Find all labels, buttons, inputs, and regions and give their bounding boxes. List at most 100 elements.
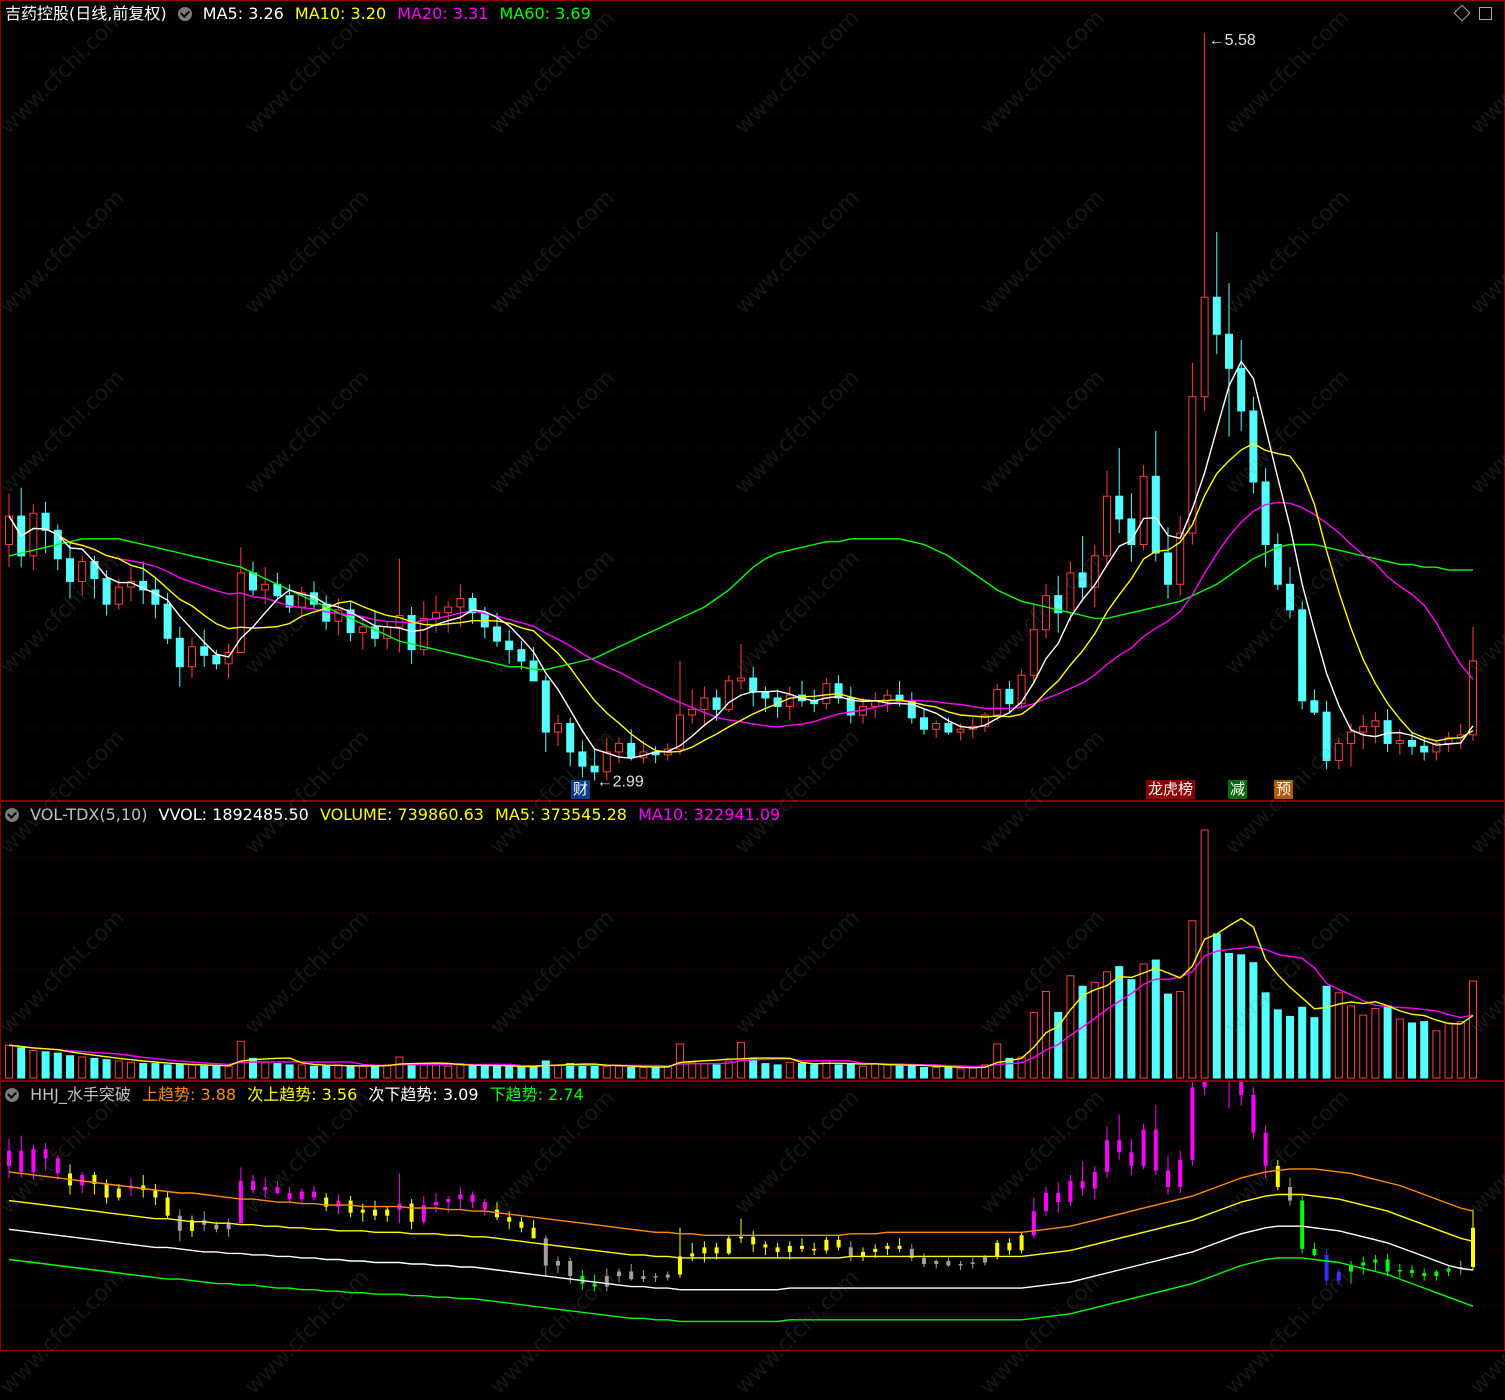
volume-bar bbox=[127, 1061, 135, 1079]
indicator-body bbox=[43, 1149, 48, 1159]
indicator-chart[interactable] bbox=[1, 1082, 1505, 1352]
indicator-body bbox=[116, 1188, 121, 1198]
candle-body bbox=[1225, 333, 1233, 369]
candle-body bbox=[1176, 532, 1185, 585]
volume-bar bbox=[78, 1056, 87, 1079]
volume-bar bbox=[1200, 829, 1209, 1079]
indicator-body bbox=[470, 1194, 475, 1203]
volume-bar bbox=[1078, 985, 1087, 1079]
volume-bar bbox=[17, 1047, 26, 1079]
volume-bar bbox=[188, 1064, 196, 1079]
maximize-icon[interactable] bbox=[1479, 7, 1492, 20]
candle-body bbox=[529, 660, 538, 682]
indicator-body bbox=[7, 1150, 11, 1166]
legend-indicator-name: HHJ_水手突破 bbox=[30, 1085, 131, 1104]
indicator-body bbox=[1263, 1132, 1268, 1166]
legend-down-trend: 下趋势: 2.74 bbox=[489, 1085, 584, 1104]
candle-body bbox=[1139, 475, 1148, 546]
volume-bar bbox=[1212, 933, 1221, 1079]
event-tag-forecast[interactable]: 预 bbox=[1274, 780, 1294, 799]
settings-icon[interactable] bbox=[5, 1088, 19, 1102]
candle-body bbox=[737, 677, 745, 682]
indicator-body bbox=[1361, 1262, 1366, 1266]
candle-body bbox=[1237, 367, 1246, 412]
candle-body bbox=[1066, 572, 1075, 614]
volume-bar bbox=[175, 1064, 184, 1079]
legend-vvol: VVOL: 1892485.50 bbox=[158, 805, 309, 824]
indicator-body bbox=[934, 1260, 939, 1264]
indicator-body bbox=[434, 1202, 438, 1206]
indicator-body bbox=[1141, 1129, 1146, 1166]
volume-chart-panel[interactable]: VOL-TDX(5,10) VVOL: 1892485.50 VOLUME: 7… bbox=[0, 801, 1505, 1082]
indicator-body bbox=[55, 1158, 60, 1174]
settings-icon[interactable] bbox=[5, 808, 19, 822]
indicator-body bbox=[763, 1244, 768, 1248]
indicator-body bbox=[409, 1203, 414, 1222]
candle-body bbox=[541, 680, 550, 733]
volume-bar bbox=[688, 1061, 697, 1079]
volume-bar bbox=[1395, 1018, 1404, 1079]
indicator-body bbox=[592, 1283, 597, 1287]
volume-bar bbox=[1359, 1014, 1368, 1079]
indicator-body bbox=[104, 1183, 109, 1198]
indicator-body bbox=[226, 1223, 231, 1230]
candle-body bbox=[1322, 711, 1331, 761]
settings-icon[interactable] bbox=[177, 7, 192, 21]
volume-bar bbox=[395, 1056, 404, 1079]
volume-chart[interactable] bbox=[1, 802, 1505, 1082]
volume-bar bbox=[468, 1065, 477, 1079]
indicator-body bbox=[1275, 1165, 1280, 1187]
volume-bar bbox=[1456, 1021, 1465, 1079]
indicator-body bbox=[1336, 1271, 1341, 1281]
indicator-body bbox=[446, 1199, 451, 1203]
indicator-body bbox=[800, 1245, 804, 1249]
candle-body bbox=[1273, 544, 1282, 585]
volume-bar bbox=[798, 1063, 806, 1079]
candle-body bbox=[236, 572, 245, 653]
event-tag-reduce[interactable]: 减 bbox=[1228, 780, 1248, 799]
indicator-body bbox=[1068, 1180, 1073, 1203]
indicator-body bbox=[995, 1242, 1000, 1257]
candle-body bbox=[1261, 481, 1270, 546]
indicator-body bbox=[1080, 1180, 1085, 1189]
candle-body bbox=[1249, 410, 1258, 483]
indicator-body bbox=[970, 1262, 975, 1264]
candle-body bbox=[554, 723, 562, 733]
volume-bar bbox=[41, 1051, 50, 1079]
indicator-body bbox=[238, 1180, 243, 1224]
indicator-body bbox=[312, 1191, 316, 1198]
indicator-body bbox=[958, 1263, 963, 1266]
candlestick-chart[interactable]: ←5.58 ←2.99 bbox=[1, 1, 1505, 802]
volume-bar bbox=[712, 1064, 721, 1079]
candle-body bbox=[993, 688, 1002, 716]
indicator-body bbox=[873, 1248, 878, 1252]
indicator-body bbox=[836, 1239, 841, 1248]
candle-body bbox=[456, 597, 465, 608]
indicator-body bbox=[983, 1256, 987, 1263]
event-tag-finance[interactable]: 财 bbox=[571, 780, 591, 799]
indicator-body bbox=[1202, 1082, 1207, 1088]
volume-bar bbox=[676, 1043, 684, 1079]
candle-body bbox=[1420, 745, 1429, 753]
volume-bar bbox=[1225, 953, 1233, 1079]
volume-bar bbox=[493, 1065, 501, 1079]
candle-body bbox=[505, 640, 514, 651]
candle-body bbox=[1090, 555, 1099, 588]
indicator-body bbox=[617, 1271, 621, 1277]
volume-bar bbox=[1103, 971, 1111, 1079]
indicator-chart-panel[interactable]: HHJ_水手突破 上趋势: 3.88 次上趋势: 3.56 次下趋势: 3.09… bbox=[0, 1081, 1505, 1351]
indicator-legend: HHJ_水手突破 上趋势: 3.88 次上趋势: 3.56 次下趋势: 3.09… bbox=[5, 1084, 590, 1106]
indicator-body bbox=[1105, 1140, 1109, 1172]
volume-bar bbox=[1383, 1005, 1392, 1079]
volume-bar bbox=[285, 1064, 294, 1079]
indicator-body bbox=[1007, 1242, 1012, 1251]
price-chart-panel[interactable]: ←5.58 ←2.99 吉药控股(日线,前复权) MA5: 3.26 MA10: … bbox=[0, 0, 1505, 801]
event-tag-dragon-tiger[interactable]: 龙虎榜 bbox=[1146, 780, 1196, 799]
candle-body bbox=[1383, 720, 1392, 744]
candle-body bbox=[200, 646, 209, 656]
volume-bar bbox=[639, 1067, 648, 1079]
indicator-body bbox=[519, 1221, 524, 1228]
volume-bar bbox=[773, 1064, 782, 1079]
volume-bar bbox=[846, 1063, 855, 1079]
candle-body bbox=[1395, 740, 1404, 744]
